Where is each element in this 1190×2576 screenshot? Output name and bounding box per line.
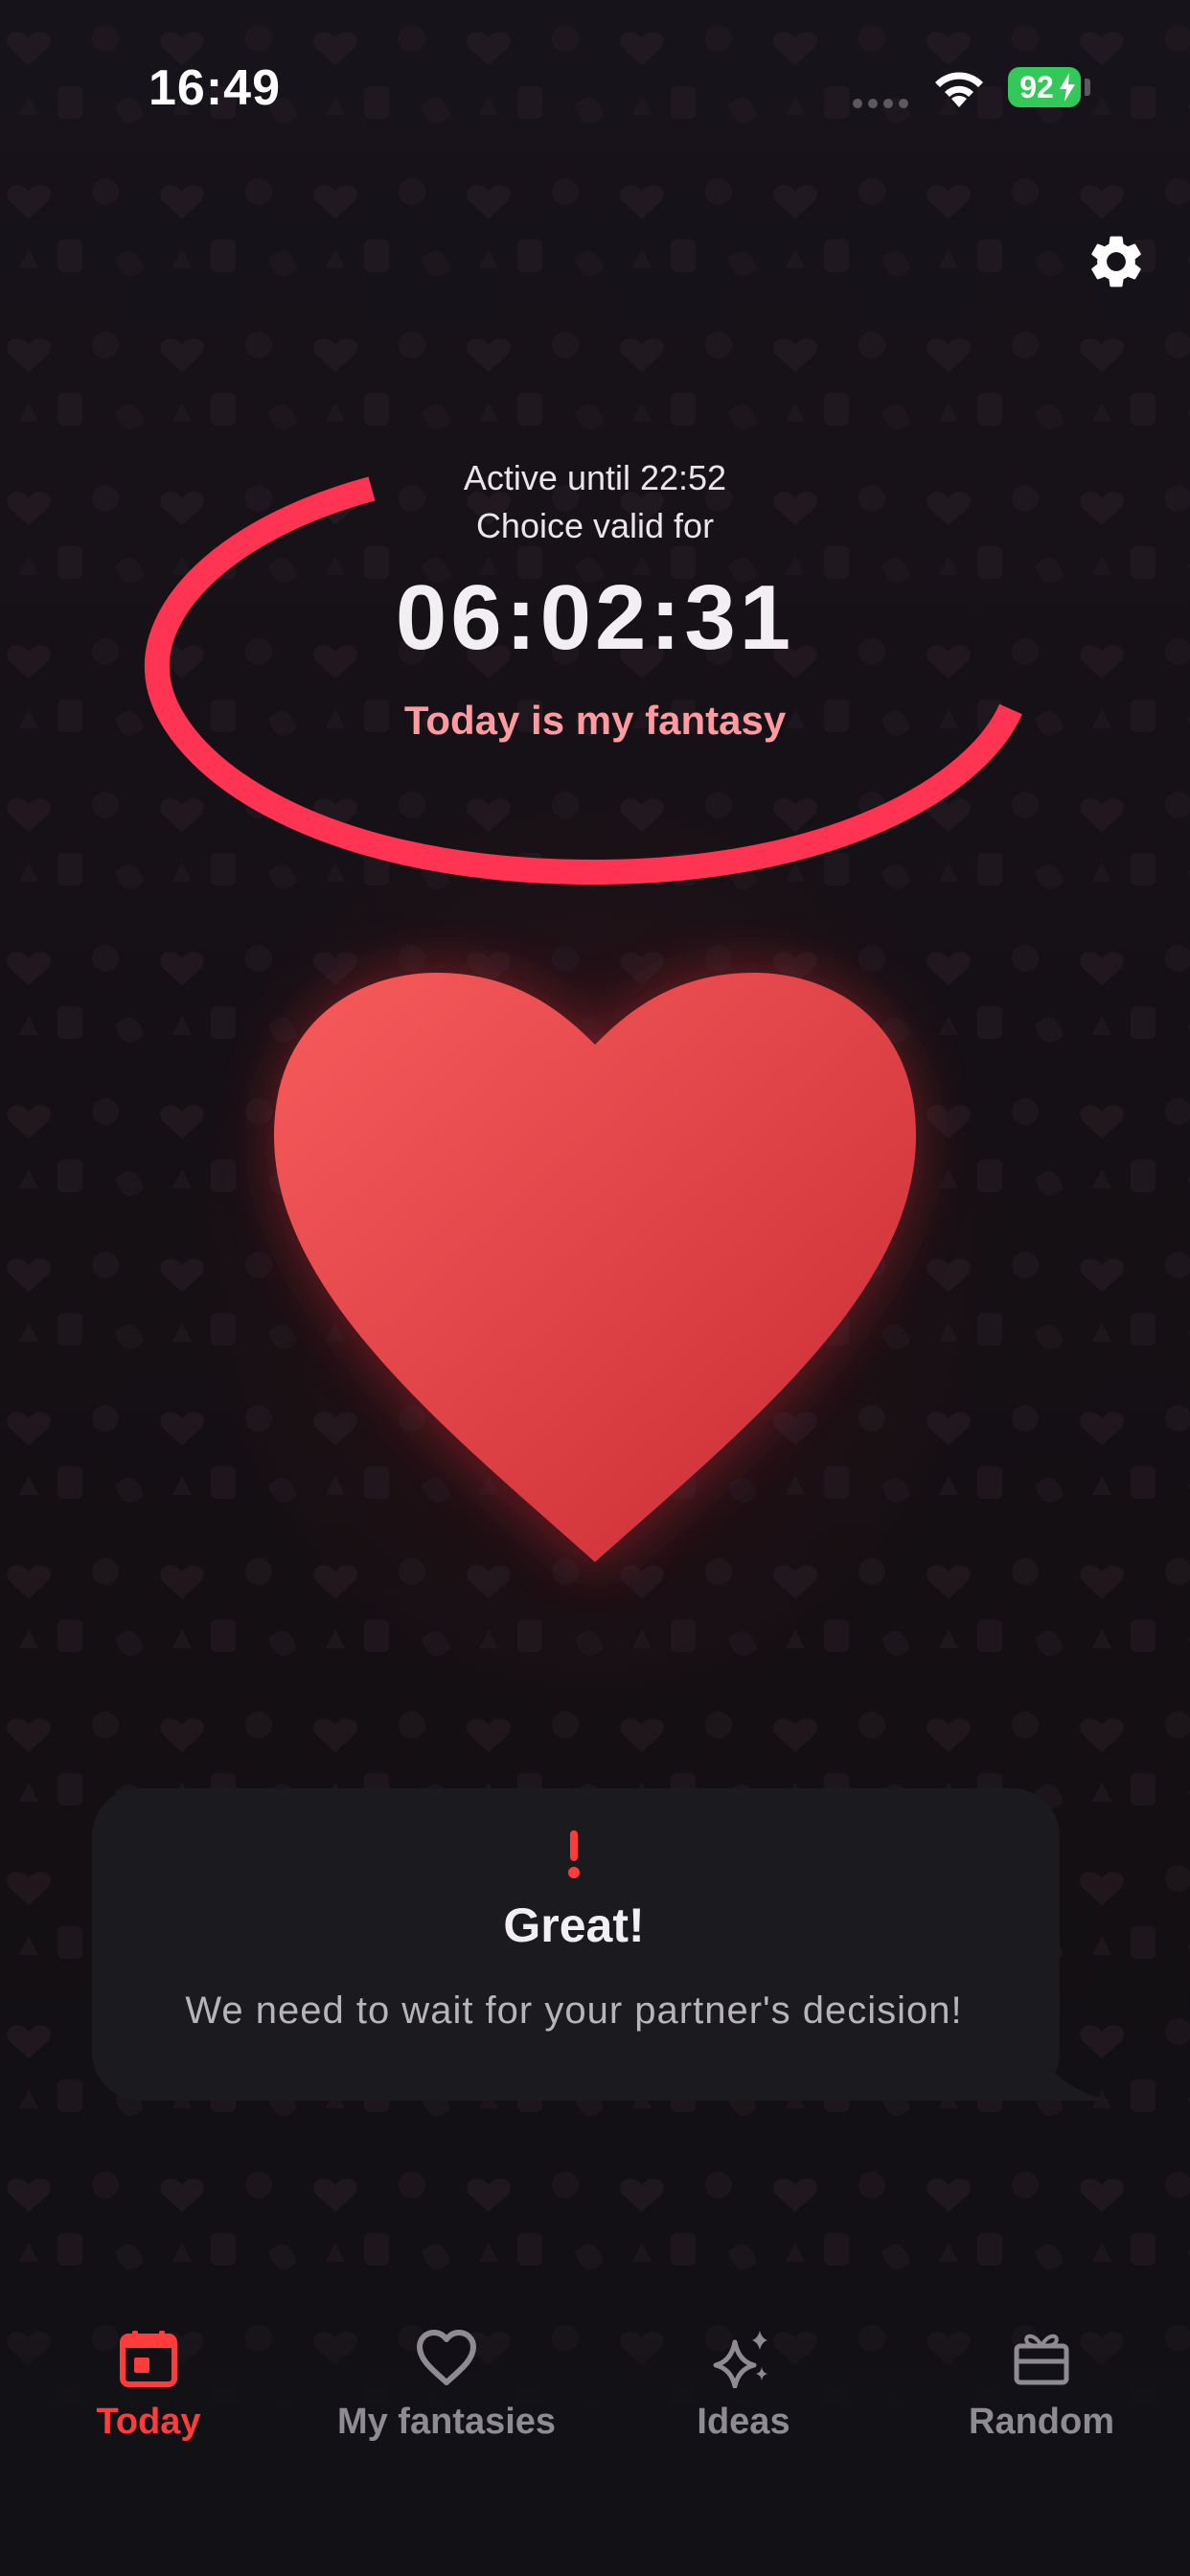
card-tail — [996, 2041, 1111, 2101]
cellular-signal-icon — [853, 96, 914, 108]
tab-my-fantasies[interactable]: My fantasies — [298, 2329, 595, 2463]
heart-icon[interactable] — [220, 920, 970, 1610]
tab-random[interactable]: Random — [893, 2329, 1190, 2463]
fantasy-status-text: Today is my fantasy — [403, 698, 787, 743]
charging-bolt-icon — [1060, 73, 1075, 102]
notification-title: Great! — [503, 1898, 645, 1952]
exclamation-icon — [0, 1830, 1148, 1885]
gift-icon — [1014, 2334, 1069, 2385]
status-time: 16:49 — [149, 60, 281, 116]
tab-label-today: Today — [96, 2402, 201, 2442]
calendar-icon — [120, 2331, 177, 2387]
battery-cap — [1085, 79, 1090, 96]
gear-icon[interactable] — [1085, 230, 1148, 293]
tab-label-my-fantasies: My fantasies — [336, 2402, 557, 2442]
status-bar: 16:49 92 — [0, 0, 1190, 172]
tab-today[interactable]: Today — [0, 2329, 297, 2463]
notification-message: We need to wait for your partner's decis… — [185, 1990, 963, 2032]
tab-label-random: Random — [969, 2402, 1114, 2442]
battery-level: 92 — [1019, 70, 1054, 104]
wifi-icon — [935, 72, 983, 107]
tab-label-ideas: Ideas — [697, 2402, 790, 2442]
countdown-timer: 06:02:31 — [395, 566, 795, 669]
battery-icon: 92 — [1008, 67, 1081, 107]
active-until-label: Active until 22:52 — [463, 458, 727, 497]
choice-valid-label: Choice valid for — [475, 506, 715, 545]
sparkles-icon — [713, 2331, 767, 2388]
tab-ideas[interactable]: Ideas — [595, 2329, 892, 2463]
heart-outline-icon — [417, 2330, 476, 2385]
